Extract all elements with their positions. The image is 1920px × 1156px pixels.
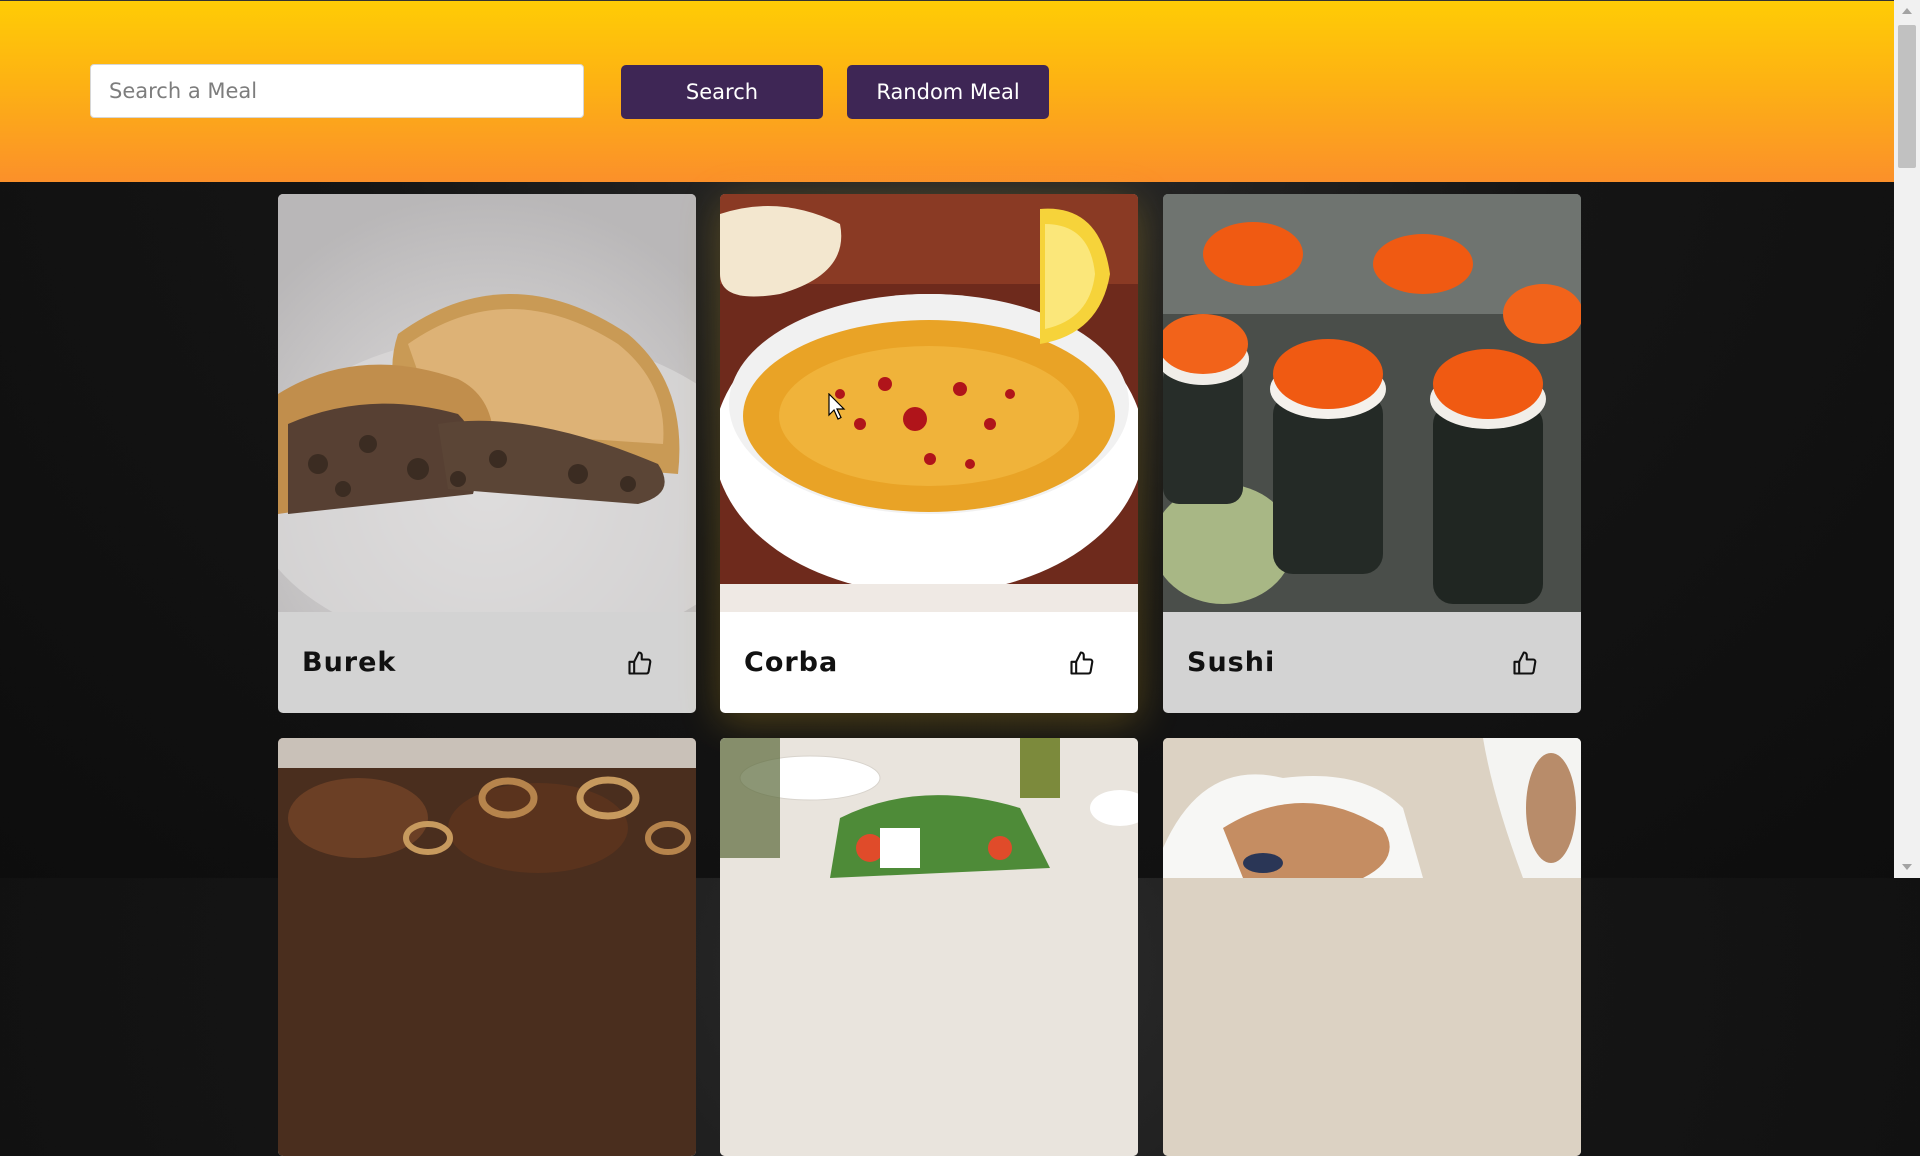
scrollbar-thumb[interactable]	[1898, 25, 1916, 168]
scroll-down-arrow-icon[interactable]	[1902, 864, 1912, 870]
meal-image[interactable]	[1163, 194, 1581, 612]
thumbs-up-icon[interactable]	[1068, 649, 1096, 677]
meal-card-footer: Sushi	[1163, 612, 1581, 713]
search-button[interactable]: Search	[621, 65, 823, 119]
meal-image[interactable]	[1163, 738, 1581, 1156]
meal-image[interactable]	[278, 738, 696, 1156]
random-meal-button[interactable]: Random Meal	[847, 65, 1049, 119]
header: Search Random Meal	[0, 0, 1894, 182]
meal-card-sushi[interactable]: Sushi	[1163, 194, 1581, 713]
meal-card-corba[interactable]: Corba	[720, 194, 1138, 713]
scrollbar[interactable]	[1894, 0, 1920, 878]
meal-card[interactable]	[1163, 738, 1581, 1156]
meal-title: Sushi	[1187, 647, 1276, 678]
meal-image[interactable]	[278, 194, 696, 612]
meal-card-burek[interactable]: Burek	[278, 194, 696, 713]
mouse-cursor-icon	[828, 393, 846, 420]
meal-image[interactable]	[720, 738, 1138, 1156]
search-input[interactable]	[90, 64, 584, 118]
thumbs-up-icon[interactable]	[626, 649, 654, 677]
meal-card-footer: Corba	[720, 612, 1138, 713]
thumbs-up-icon[interactable]	[1511, 649, 1539, 677]
meal-image[interactable]	[720, 194, 1138, 612]
meal-card-footer: Burek	[278, 612, 696, 713]
meal-card[interactable]	[278, 738, 696, 1156]
meal-title: Corba	[744, 647, 839, 678]
scroll-up-arrow-icon[interactable]	[1902, 8, 1912, 14]
meal-title: Burek	[302, 647, 397, 678]
meal-card[interactable]	[720, 738, 1138, 1156]
